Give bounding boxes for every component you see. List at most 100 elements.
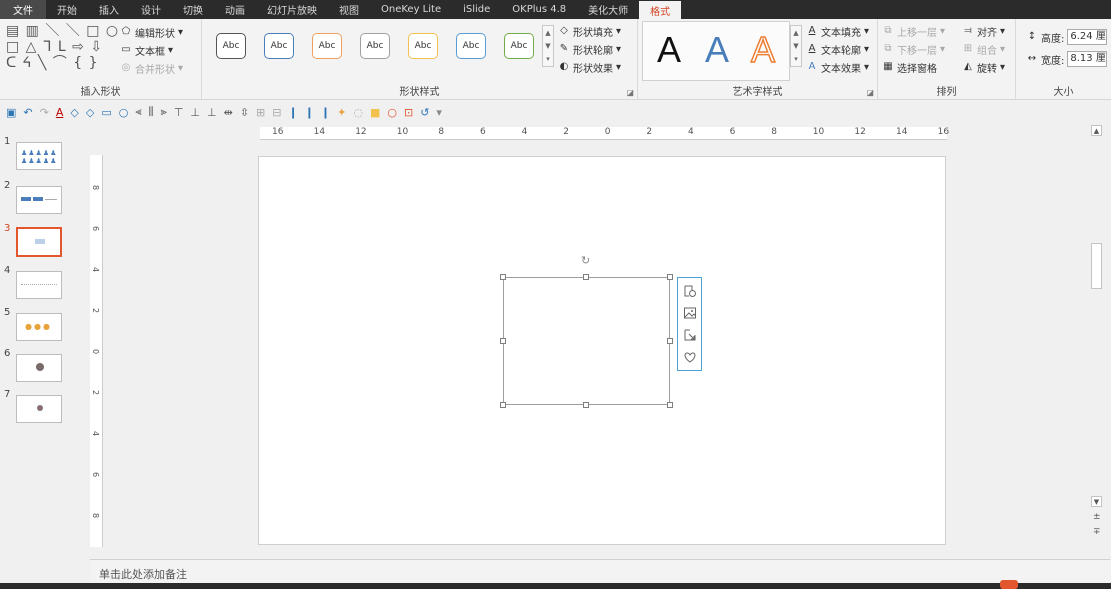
shape-style-preset[interactable]: Abc: [456, 33, 486, 59]
undo-icon[interactable]: ↶: [23, 106, 32, 119]
edit-shape-button[interactable]: ⬠ 编辑形状 ▾: [120, 24, 183, 40]
shape-style-preset[interactable]: Abc: [216, 33, 246, 59]
tab-transitions[interactable]: 切换: [172, 0, 214, 19]
dialog-launcher-icon[interactable]: ◪: [626, 88, 634, 97]
next-slide-icon[interactable]: ∓: [1093, 527, 1101, 537]
bar-icon[interactable]: ❙: [288, 106, 297, 119]
shape-outline-button[interactable]: ✎ 形状轮廓 ▾: [558, 41, 621, 57]
tab-animations[interactable]: 动画: [214, 0, 256, 19]
resize-handle[interactable]: [500, 274, 506, 280]
shape-effects-button[interactable]: ◐ 形状效果 ▾: [558, 59, 621, 75]
group-icon[interactable]: ⊞: [256, 106, 265, 119]
format-painter-icon[interactable]: ✦: [337, 106, 346, 119]
shape-style-preset[interactable]: Abc: [408, 33, 438, 59]
tab-home[interactable]: 开始: [46, 0, 88, 19]
circle-icon[interactable]: ○: [387, 106, 397, 119]
bar-shape: [21, 197, 31, 201]
rotate-shape-icon[interactable]: ◌: [353, 106, 363, 119]
align-left-icon[interactable]: ⫷: [135, 105, 141, 119]
bring-forward-button[interactable]: ⧉ 上移一层 ▾: [882, 23, 945, 39]
tab-file[interactable]: 文件: [0, 0, 46, 19]
shape-style-preset[interactable]: Abc: [264, 33, 294, 59]
slide-number: 1: [4, 136, 11, 147]
resize-icon[interactable]: [683, 328, 697, 342]
shapes-gallery[interactable]: ▤ ▥ ＼ ＼ □ ○ □ △ ᒣ ᒪ ⇨ ⇩ ᑕ ᔦ ╲ ⌒ { }: [6, 23, 119, 71]
tab-format[interactable]: 格式: [639, 1, 682, 19]
align-bottom-icon[interactable]: ⊥: [207, 106, 217, 119]
resize-handle[interactable]: [667, 274, 673, 280]
shape-style-preset[interactable]: Abc: [312, 33, 342, 59]
scrollbar-thumb[interactable]: [1091, 243, 1102, 289]
distribute-horizontal-icon[interactable]: ⇹: [224, 106, 233, 119]
heart-icon[interactable]: [683, 350, 697, 364]
tab-onekey-lite[interactable]: OneKey Lite: [370, 0, 452, 19]
align-button[interactable]: ⫤ 对齐 ▾: [962, 23, 1005, 39]
previous-slide-icon[interactable]: ±: [1093, 512, 1101, 522]
resize-handle[interactable]: [667, 338, 673, 344]
resize-handle[interactable]: [583, 274, 589, 280]
slide-canvas[interactable]: ↻: [258, 156, 946, 545]
height-input[interactable]: 6.24 厘米: [1067, 29, 1108, 45]
shape-outline-icon[interactable]: ◇: [86, 106, 94, 119]
crop-icon[interactable]: ⊡: [404, 106, 413, 119]
scroll-up-icon[interactable]: ▲: [1091, 125, 1102, 136]
group-button[interactable]: ⊞ 组合 ▾: [962, 41, 1005, 57]
text-fill-button[interactable]: A 文本填充 ▾: [806, 23, 869, 39]
ungroup-icon[interactable]: ⊟: [272, 106, 281, 119]
text-outline-button[interactable]: A 文本轮廓 ▾: [806, 41, 869, 57]
tab-meihua-dashi[interactable]: 美化大师: [577, 0, 639, 19]
notes-pane[interactable]: 单击此处添加备注: [90, 559, 1110, 583]
slide-preview: [16, 354, 62, 382]
tab-islide[interactable]: iSlide: [452, 0, 501, 19]
rotate-button[interactable]: ◭ 旋转 ▾: [962, 59, 1005, 75]
wordart-gallery-scroll[interactable]: ▲ ▼ ▾: [790, 25, 802, 67]
resize-handle[interactable]: [500, 338, 506, 344]
shape-styles-gallery-scroll[interactable]: ▲ ▼ ▾: [542, 25, 554, 67]
shape-style-preset[interactable]: Abc: [504, 33, 534, 59]
selection-pane-button[interactable]: ▦ 选择窗格: [882, 59, 937, 75]
align-middle-icon[interactable]: ⊥: [190, 106, 200, 119]
rotate-handle-icon[interactable]: ↻: [581, 255, 593, 267]
dialog-launcher-icon[interactable]: ◪: [866, 88, 874, 97]
resize-handle[interactable]: [583, 402, 589, 408]
picture-icon[interactable]: [683, 306, 697, 320]
text-effects-button[interactable]: A 文本效果 ▾: [806, 59, 869, 75]
wordart-style-orange-outline[interactable]: A: [750, 29, 776, 71]
tab-insert[interactable]: 插入: [88, 0, 130, 19]
tab-view[interactable]: 视图: [328, 0, 370, 19]
vertical-scrollbar[interactable]: ▲ ▼ ± ∓: [1090, 123, 1104, 545]
scroll-down-icon[interactable]: ▼: [1091, 496, 1102, 507]
picture-icon[interactable]: ■: [370, 106, 380, 119]
font-color-icon[interactable]: A: [56, 106, 64, 119]
save-icon[interactable]: ▣: [6, 106, 16, 119]
layout-options-icon[interactable]: [683, 284, 697, 298]
text-box-icon[interactable]: ▭: [101, 106, 111, 119]
selected-rectangle-shape[interactable]: [500, 274, 673, 408]
oval-icon[interactable]: ○: [119, 106, 129, 119]
width-input[interactable]: 8.13 厘米: [1067, 51, 1108, 67]
distribute-vertical-icon[interactable]: ⇳: [240, 106, 249, 119]
group-shape-styles: Abc Abc Abc Abc Abc Abc Abc ▲ ▼ ▾ ◇ 形状填充…: [202, 19, 638, 100]
bring-forward-label: 上移一层: [897, 27, 937, 39]
redo-icon[interactable]: ↷: [40, 106, 49, 119]
text-box-button[interactable]: ▭ 文本框 ▾: [120, 42, 173, 58]
wordart-style-black[interactable]: A: [657, 30, 681, 70]
tab-design[interactable]: 设计: [130, 0, 172, 19]
merge-shapes-button[interactable]: ◎ 合并形状 ▾: [120, 60, 183, 76]
shape-fill-button[interactable]: ◇ 形状填充 ▾: [558, 23, 621, 39]
wordart-style-blue[interactable]: A: [705, 30, 729, 70]
send-backward-button[interactable]: ⧉ 下移一层 ▾: [882, 41, 945, 57]
customize-toolbar-icon[interactable]: ▾: [436, 106, 442, 119]
resize-handle[interactable]: [667, 402, 673, 408]
tab-okplus[interactable]: OKPlus 4.8: [501, 0, 577, 19]
shape-fill-icon[interactable]: ◇: [70, 106, 78, 119]
align-top-icon[interactable]: ⊤: [174, 106, 184, 119]
align-right-icon[interactable]: ⫸: [161, 105, 167, 119]
resize-handle[interactable]: [500, 402, 506, 408]
tab-slideshow[interactable]: 幻灯片放映: [256, 0, 328, 19]
shape-style-preset[interactable]: Abc: [360, 33, 390, 59]
refresh-icon[interactable]: ↺: [420, 106, 429, 119]
align-center-icon[interactable]: ⫼: [149, 105, 154, 119]
bar-icon[interactable]: ❙: [305, 106, 314, 119]
bar-icon[interactable]: ❙: [321, 106, 330, 119]
